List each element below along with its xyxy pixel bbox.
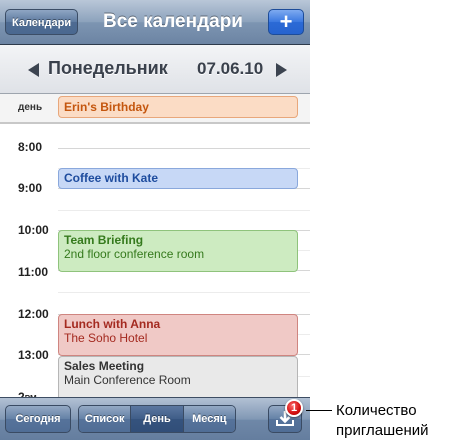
segment-month[interactable]: Месяц [183, 406, 235, 432]
callout-label: Количество приглашений [336, 402, 429, 439]
segment-list[interactable]: Список [79, 406, 132, 432]
event-location: 2nd floor conference room [64, 247, 205, 261]
hour-label: 8:00 [18, 140, 43, 154]
today-button[interactable]: Сегодня [5, 405, 71, 433]
view-segmented-control: Список День Месяц [78, 405, 236, 433]
bottom-toolbar: Сегодня Список День Месяц [0, 397, 310, 440]
event-title: Coffee with Kate [64, 171, 159, 185]
date-navigation-bar: Понедельник 07.06.10 [0, 45, 310, 94]
all-day-row: день Erin's Birthday [0, 94, 310, 124]
hour-label: 9:00 [18, 181, 43, 195]
day-date: 07.06.10 [197, 59, 264, 78]
page-title: Все календари [103, 11, 243, 32]
all-day-event-erins-birthday[interactable]: Erin's Birthday [58, 96, 298, 118]
event-team-briefing[interactable]: Team Briefing 2nd floor conference room [58, 230, 298, 272]
half-hour-line [58, 210, 310, 211]
hour-label: 10:00 [18, 223, 49, 237]
event-title: Sales Meeting [64, 359, 145, 373]
hour-label: 11:00 [18, 265, 49, 279]
hour-label: 12:00 [18, 307, 49, 321]
event-title: Erin's Birthday [64, 100, 149, 114]
event-title: Lunch with Anna [64, 317, 161, 331]
calendar-screen: Календари Все календари + Понедельник 07… [0, 0, 310, 440]
calendars-button[interactable]: Календари [5, 9, 79, 35]
callout-line [306, 410, 332, 411]
partial-hour: 2 [18, 390, 25, 397]
half-hour-line [58, 292, 310, 293]
next-day-arrow-icon[interactable] [276, 63, 287, 77]
event-lunch-with-anna[interactable]: Lunch with Anna The Soho Hotel [58, 314, 298, 356]
previous-day-arrow-icon[interactable] [28, 63, 39, 77]
navigation-bar: Календари Все календари + [0, 0, 310, 45]
hour-label: 13:00 [18, 348, 49, 362]
event-title: Team Briefing [64, 233, 144, 247]
day-timeline[interactable]: 8:00 9:00 10:00 11:00 12:00 13:00 2PM Co… [0, 124, 310, 397]
add-event-button[interactable]: + [268, 9, 304, 35]
hour-line [58, 148, 310, 149]
day-name: Понедельник [48, 58, 168, 78]
segment-day[interactable]: День [131, 406, 184, 432]
event-sales-meeting[interactable]: Sales Meeting Main Conference Room [58, 356, 298, 397]
event-location: The Soho Hotel [64, 331, 148, 345]
event-location: Main Conference Room [64, 373, 191, 387]
all-day-label: день [18, 102, 43, 113]
event-coffee-with-kate[interactable]: Coffee with Kate [58, 168, 298, 189]
invitations-count-badge: 1 [285, 399, 303, 417]
hour-label-partial: 2PM [18, 390, 37, 397]
